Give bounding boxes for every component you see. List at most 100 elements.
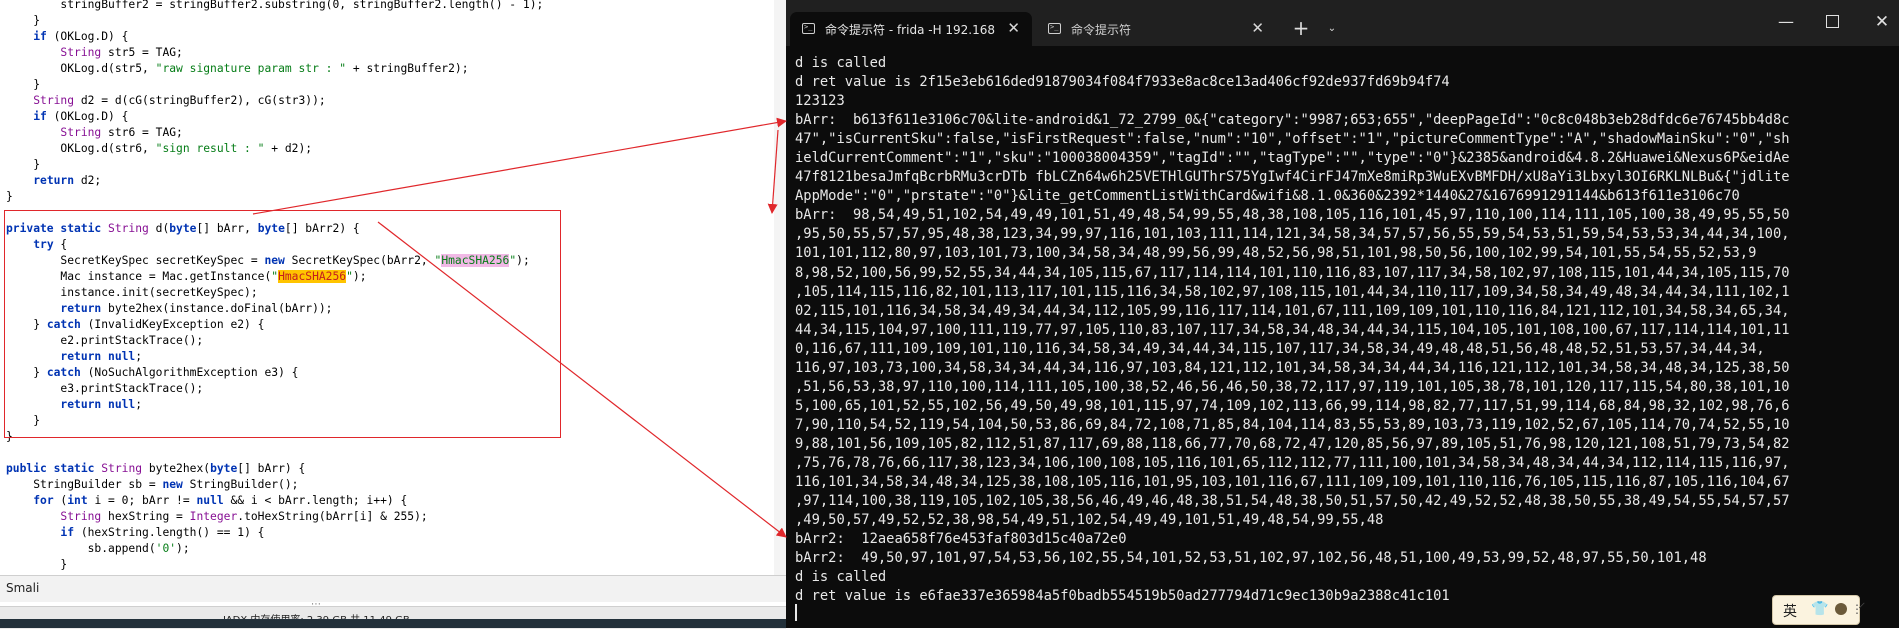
code-token: private static bbox=[6, 222, 102, 235]
ime-language-toggle[interactable]: 英 bbox=[1783, 601, 1797, 621]
code-token: } bbox=[6, 190, 13, 203]
code-token: } bbox=[6, 430, 13, 443]
source-code[interactable]: stringBuffer2 = stringBuffer2.substring(… bbox=[0, 0, 543, 573]
code-token: SecretKeySpec secretKeySpec = bbox=[6, 254, 265, 267]
code-token: byte bbox=[169, 222, 197, 235]
code-line: OKLog.d(str5, "raw signature param str :… bbox=[6, 61, 543, 77]
terminal-icon: >_ bbox=[802, 23, 815, 34]
code-line: if (OKLog.D) { bbox=[6, 109, 543, 125]
terminal-icon: >_ bbox=[1048, 23, 1061, 34]
code-token: Integer bbox=[189, 510, 238, 523]
terminal-line: ,95,50,55,57,57,95,48,38,123,34,99,97,11… bbox=[795, 226, 1790, 243]
code-line: } catch (NoSuchAlgorithmException e3) { bbox=[6, 365, 543, 381]
code-token: e2.printStackTrace(); bbox=[6, 334, 204, 347]
editor-scrollbar[interactable] bbox=[774, 0, 786, 575]
code-token: ; bbox=[135, 350, 143, 363]
smali-tab[interactable]: Smali bbox=[6, 581, 39, 595]
code-line: Mac instance = Mac.getInstance( "HmacSHA2… bbox=[6, 269, 543, 285]
terminal-line: bArr2: 49,50,97,101,97,54,53,56,102,55,5… bbox=[795, 550, 1707, 567]
grip-icon: ⸝ bbox=[1858, 593, 1866, 611]
code-editor[interactable]: stringBuffer2 = stringBuffer2.substring(… bbox=[0, 0, 786, 575]
code-token: (hexString.length() == 1) { bbox=[74, 526, 265, 539]
code-token: str5 = TAG; bbox=[101, 46, 183, 59]
terminal-output[interactable]: d is called d ret value is 2f15e3eb616ded… bbox=[795, 54, 1890, 606]
close-window-button[interactable]: ✕ bbox=[1870, 10, 1894, 34]
text-cursor bbox=[795, 604, 797, 621]
code-token: d2 = d(cG(stringBuffer2), cG(str3)); bbox=[74, 94, 326, 107]
code-token: } bbox=[6, 366, 47, 379]
taskbar-strip bbox=[0, 619, 786, 628]
tab-frida[interactable]: >_ 命令提示符 - frida -H 192.168.1 ✕ bbox=[790, 12, 1032, 46]
code-token: [] bArr, bbox=[196, 222, 258, 235]
code-token: ); bbox=[516, 254, 530, 267]
code-line: stringBuffer2 = stringBuffer2.substring(… bbox=[6, 0, 543, 13]
code-token: } bbox=[6, 158, 41, 171]
code-line: if (hexString.length() == 1) { bbox=[6, 525, 543, 541]
code-token: return bbox=[60, 302, 102, 315]
code-token: (OKLog.D) { bbox=[46, 30, 129, 43]
title-bar[interactable]: >_ 命令提示符 - frida -H 192.168.1 ✕ >_ 命令提示符… bbox=[786, 0, 1899, 46]
code-token: String bbox=[60, 46, 102, 59]
code-token: instance.init(secretKeySpec); bbox=[6, 286, 258, 299]
code-token: && i < bArr.length; i++) { bbox=[223, 494, 408, 507]
code-token: .toHexString(bArr[i] & 255); bbox=[237, 510, 428, 523]
code-token: HmacSHA256 bbox=[278, 270, 347, 283]
terminal-line: 123123 bbox=[795, 93, 845, 110]
tab-cmd[interactable]: >_ 命令提示符 ✕ bbox=[1036, 12, 1276, 46]
minimize-button[interactable]: — bbox=[1774, 12, 1798, 36]
terminal-line: 116,97,103,73,100,34,58,34,34,44,34,116,… bbox=[795, 359, 1790, 376]
code-line: for (int i = 0; bArr != null && i < bArr… bbox=[6, 493, 543, 509]
code-token: OKLog.d(str6, bbox=[6, 142, 156, 155]
terminal-line: d ret value is e6fae337e365984a5f0badb55… bbox=[795, 588, 1450, 605]
code-token: ( bbox=[53, 494, 68, 507]
terminal-line: ieldCurrentComment":"1","sku":"100038004… bbox=[795, 150, 1790, 167]
code-token: " bbox=[346, 270, 353, 283]
code-token: } bbox=[6, 558, 68, 571]
ime-toolbar[interactable]: 英 👕 ⋮ bbox=[1772, 595, 1863, 625]
terminal-line: d is called bbox=[795, 569, 887, 586]
code-token: HmacSHA256 bbox=[441, 254, 510, 267]
terminal-line: ,105,114,115,116,82,101,113,117,101,115,… bbox=[795, 283, 1790, 300]
code-token: byte2hex(instance.doFinal(bArr)); bbox=[101, 302, 333, 315]
terminal-line: 0,116,67,111,109,109,101,110,116,34,58,3… bbox=[795, 340, 1765, 357]
code-token: + d2); bbox=[264, 142, 313, 155]
tab-dropdown-icon[interactable]: ⌄ bbox=[1320, 16, 1344, 42]
code-token: String bbox=[60, 510, 102, 523]
code-line: } bbox=[6, 13, 543, 29]
code-token: (InvalidKeyException e2) { bbox=[80, 318, 265, 331]
terminal-line: 9,88,101,56,109,105,82,112,51,87,117,69,… bbox=[795, 435, 1790, 452]
code-line: if (OKLog.D) { bbox=[6, 29, 543, 45]
code-token: String bbox=[108, 222, 149, 235]
close-tab-icon[interactable]: ✕ bbox=[1007, 19, 1020, 37]
terminal-line: bArr: b613f611e3106c70&lite-android&1_72… bbox=[795, 112, 1790, 129]
code-token: null bbox=[196, 494, 224, 507]
code-token: String bbox=[33, 94, 75, 107]
ime-status-icon[interactable] bbox=[1835, 603, 1847, 615]
terminal-scrollbar[interactable] bbox=[1888, 46, 1899, 628]
terminal-line: bArr: 98,54,49,51,102,54,49,49,101,51,49… bbox=[795, 207, 1790, 224]
code-token: } bbox=[6, 14, 41, 27]
code-token: return null bbox=[60, 350, 136, 363]
code-token: return null bbox=[60, 398, 136, 411]
terminal-line: 5,100,65,101,52,55,102,56,49,50,49,98,10… bbox=[795, 397, 1790, 414]
terminal-window[interactable]: >_ 命令提示符 - frida -H 192.168.1 ✕ >_ 命令提示符… bbox=[786, 0, 1899, 628]
code-line: return null; bbox=[6, 349, 543, 365]
terminal-line: 116,101,34,58,34,48,34,125,38,108,105,11… bbox=[795, 474, 1790, 491]
maximize-button[interactable] bbox=[1826, 15, 1839, 28]
new-tab-button[interactable]: + bbox=[1286, 15, 1316, 43]
code-token: StringBuilder sb = bbox=[6, 478, 163, 491]
shirt-icon[interactable]: 👕 bbox=[1811, 601, 1828, 617]
code-token: [] bArr2) { bbox=[284, 222, 360, 235]
code-token: Mac instance = Mac.getInstance( bbox=[6, 270, 272, 283]
code-line: String d2 = d(cG(stringBuffer2), cG(str3… bbox=[6, 93, 543, 109]
code-line: OKLog.d(str6, "sign result : " + d2); bbox=[6, 141, 543, 157]
close-tab-icon[interactable]: ✕ bbox=[1251, 19, 1264, 37]
